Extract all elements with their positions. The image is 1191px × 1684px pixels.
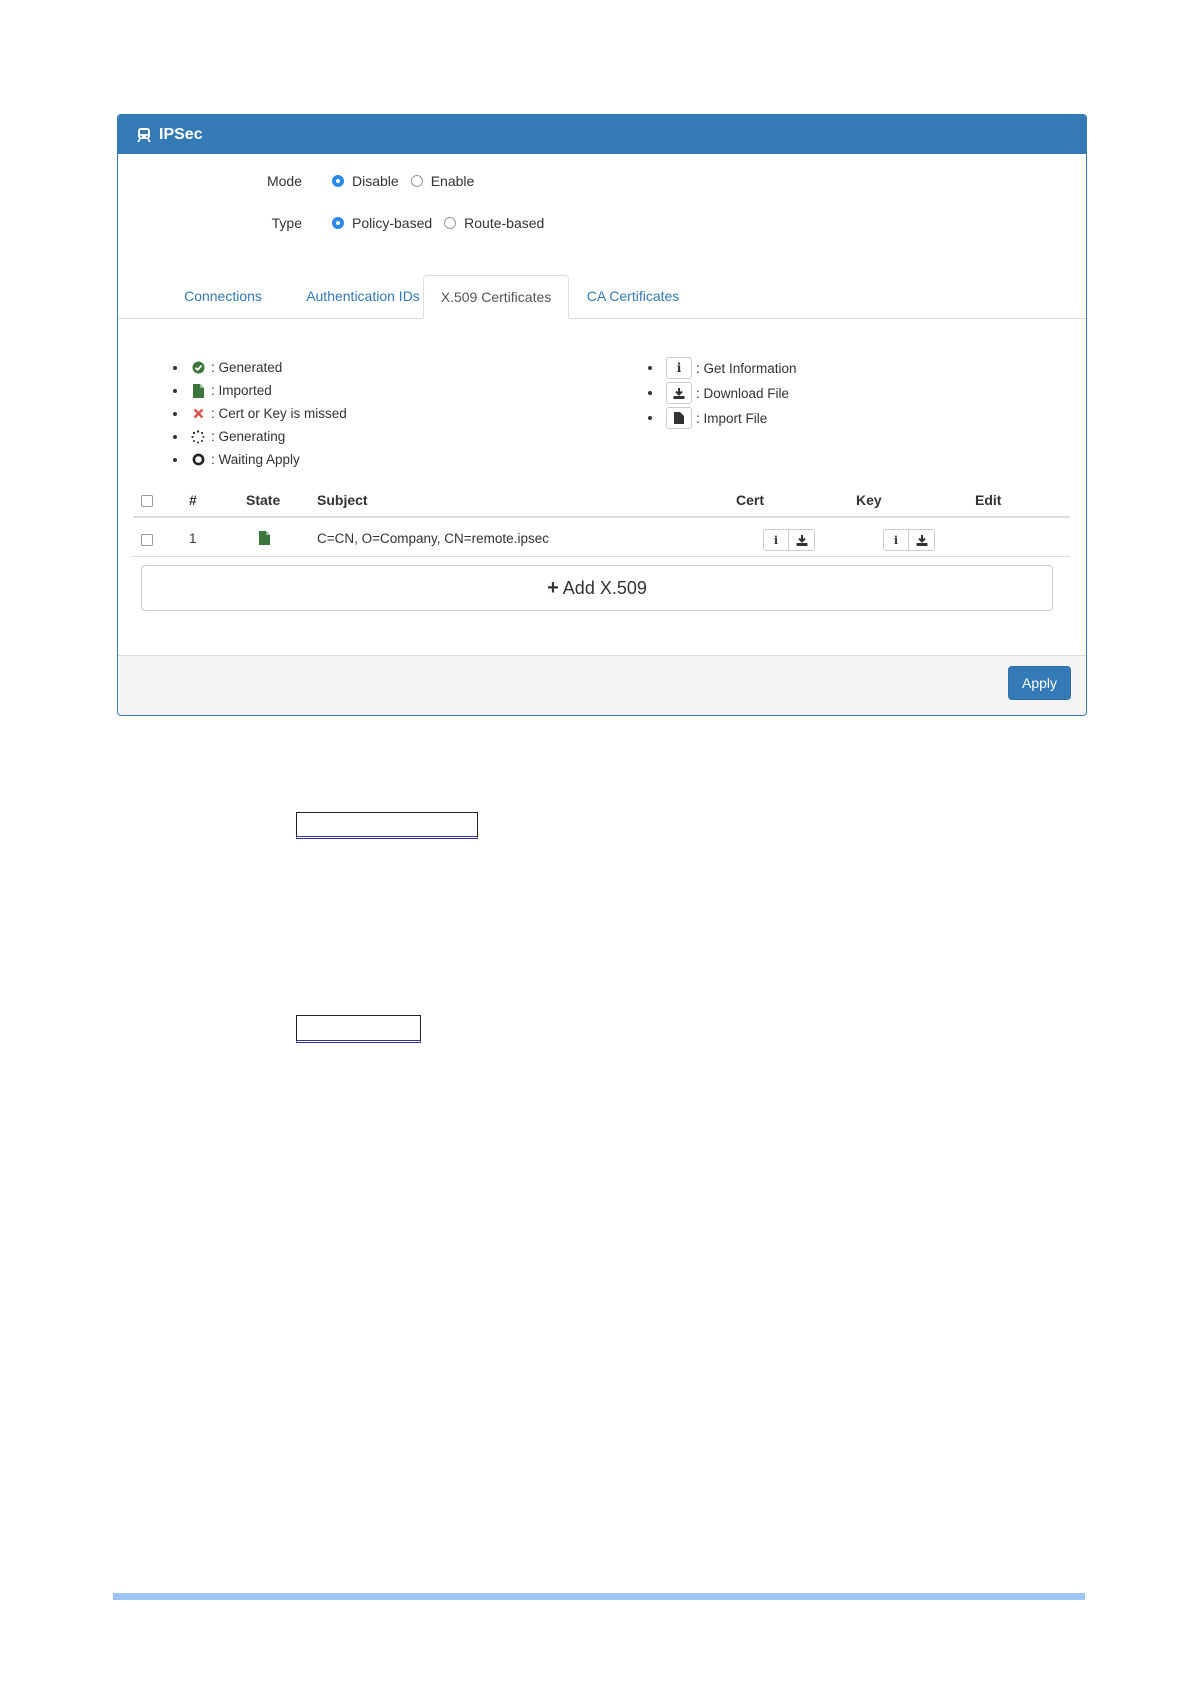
row-subject: C=CN, O=Company, CN=remote.ipsec <box>317 531 549 546</box>
legend-import-file: : Import File <box>648 407 767 429</box>
panel-footer: Apply <box>118 655 1086 715</box>
bullet <box>648 366 652 370</box>
bullet <box>173 411 177 416</box>
file-icon <box>259 531 270 548</box>
radio-dot[interactable] <box>410 175 423 187</box>
mode-label: Mode <box>266 173 302 189</box>
col-state: State <box>246 492 281 508</box>
tab-ca-certificates[interactable]: CA Certificates <box>573 275 693 319</box>
header-divider <box>133 516 1070 518</box>
empty-box <box>296 812 478 839</box>
row-divider <box>133 556 1070 557</box>
radio-dot[interactable] <box>332 175 344 187</box>
bullet <box>173 434 177 439</box>
panel-title: IPSec <box>159 125 203 143</box>
key-button-group: i <box>883 529 935 551</box>
radio-dot[interactable] <box>332 217 344 229</box>
add-x509-label: Add X.509 <box>562 577 647 598</box>
legend-text: : Waiting Apply <box>211 452 300 467</box>
mode-row: Mode Disable Enable <box>182 173 486 189</box>
ipsec-panel: IPSec Mode Disable Enable Type Policy-ba… <box>117 114 1087 716</box>
apply-button[interactable]: Apply <box>1008 666 1071 700</box>
bullet <box>173 457 177 462</box>
legend-text: : Import File <box>696 410 768 426</box>
legend-text: : Download File <box>696 385 790 401</box>
download-icon <box>666 382 692 404</box>
legend-text: : Imported <box>211 383 272 398</box>
file-icon <box>191 383 205 398</box>
empty-box <box>296 1015 421 1043</box>
legend-missed: : Cert or Key is missed <box>173 406 347 421</box>
legend-generating: : Generating <box>173 429 285 444</box>
tab-bar: Connections Authentication IDs X.509 Cer… <box>118 275 1086 319</box>
legend-text: : Cert or Key is missed <box>211 406 347 421</box>
key-download-button[interactable] <box>909 529 935 551</box>
mode-disable-label: Disable <box>352 173 399 189</box>
col-num: # <box>189 492 197 508</box>
tab-authentication-ids[interactable]: Authentication IDs <box>288 275 438 319</box>
row-num: 1 <box>189 531 197 546</box>
type-route-label: Route-based <box>464 215 545 231</box>
cert-button-group: i <box>763 529 815 551</box>
legend-generated: : Generated <box>173 360 282 375</box>
legend-waiting: : Waiting Apply <box>173 452 300 467</box>
legend-imported: : Imported <box>173 383 272 398</box>
plus-icon: + <box>547 576 559 599</box>
legend-text: : Generated <box>211 360 283 375</box>
circle-o-icon <box>191 453 205 467</box>
legend-text: : Get Information <box>696 360 797 376</box>
cert-info-button[interactable]: i <box>763 529 789 551</box>
tab-connections[interactable]: Connections <box>158 275 288 319</box>
add-x509-button[interactable]: + Add X.509 <box>141 565 1053 611</box>
tab-x509-certificates[interactable]: X.509 Certificates <box>423 275 569 319</box>
type-policy-radio[interactable]: Policy-based <box>332 215 432 231</box>
bullet <box>173 365 177 370</box>
legend-download: : Download File <box>648 382 789 404</box>
mode-enable-label: Enable <box>430 173 475 189</box>
col-cert: Cert <box>736 492 765 508</box>
panel-heading: IPSec <box>118 115 1086 154</box>
cert-download-button[interactable] <box>789 529 815 551</box>
type-label: Type <box>271 215 302 231</box>
col-subject: Subject <box>317 492 368 508</box>
key-info-button[interactable]: i <box>883 529 909 551</box>
mode-enable-radio[interactable]: Enable <box>410 173 475 189</box>
file-icon <box>666 407 692 429</box>
radio-dot[interactable] <box>444 217 457 229</box>
type-row: Type Policy-based Route-based <box>182 215 556 231</box>
x-icon <box>191 407 205 421</box>
check-circle-icon <box>191 361 205 375</box>
mode-disable-radio[interactable]: Disable <box>332 173 399 189</box>
legend-get-info: i : Get Information <box>648 357 797 379</box>
select-all-checkbox[interactable] <box>141 495 153 507</box>
footer-bar <box>113 1593 1085 1600</box>
type-route-radio[interactable]: Route-based <box>444 215 544 231</box>
legend-text: : Generating <box>211 429 286 444</box>
col-edit: Edit <box>975 492 1002 508</box>
info-icon: i <box>666 357 692 379</box>
type-policy-label: Policy-based <box>352 215 433 231</box>
spinner-icon <box>191 429 205 444</box>
bullet <box>648 391 652 395</box>
bullet <box>173 388 177 393</box>
train-icon <box>137 127 151 142</box>
col-key: Key <box>856 492 882 508</box>
row-checkbox[interactable] <box>141 534 153 546</box>
bullet <box>648 416 652 420</box>
